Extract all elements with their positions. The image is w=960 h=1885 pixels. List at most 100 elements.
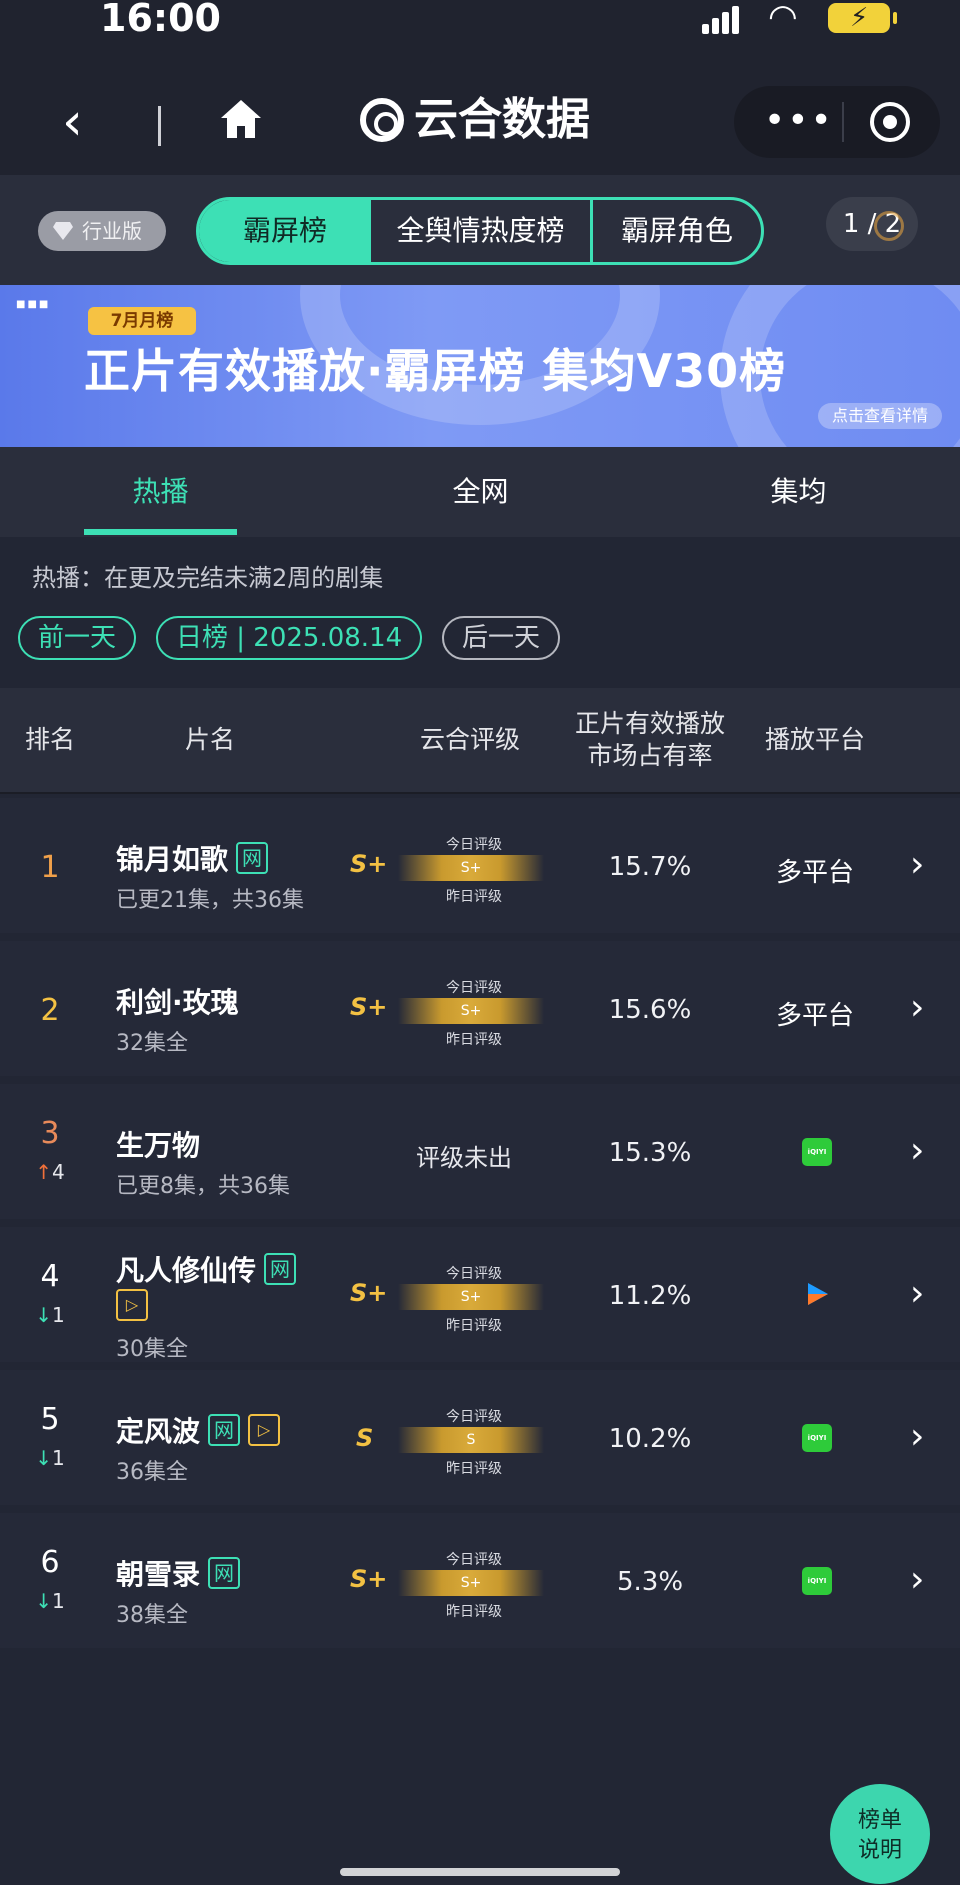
table-row[interactable]: 1 锦月如歌网已更21集，共36集 S+ 今日评级 S+ 昨日评级 15.7% 多平台 ›: [0, 798, 960, 933]
chevron-right-icon[interactable]: ›: [910, 1416, 924, 1457]
grade-badge: S+: [350, 1565, 388, 1593]
sub-tab-bar: 热播 全网 集均: [0, 447, 960, 537]
table-row[interactable]: 3 ↑4 生万物 已更8集，共36集 评级未出 15.3% iQIYI ›: [0, 1084, 960, 1219]
chevron-right-icon[interactable]: ›: [910, 1559, 924, 1600]
grade-badge: S+: [350, 993, 388, 1021]
header-grade: 云合评级: [419, 725, 520, 754]
tab-bapin-role[interactable]: 霸屏角色: [593, 200, 761, 262]
fab-label-line2: 说明: [857, 1838, 902, 1863]
web-series-tag: 网: [208, 1414, 241, 1446]
show-title: 朝雪录: [116, 1558, 201, 1591]
page-indicator[interactable]: 1 / 2: [826, 197, 918, 251]
iqiyi-icon: iQIYI: [802, 1424, 832, 1452]
prev-day-button[interactable]: 前一天: [18, 616, 137, 660]
target-icon[interactable]: [870, 102, 910, 142]
banner-title: 正片有效播放·霸屏榜 集均V30榜: [84, 344, 787, 398]
rank-change-value: 1: [52, 1589, 65, 1613]
episode-info: 36集全: [116, 1460, 188, 1485]
header-rank: 排名: [24, 725, 75, 754]
grade-bar: S+: [398, 1570, 544, 1596]
table-row[interactable]: 6 ↓1 朝雪录网 38集全 S+ 今日评级 S+ 昨日评级 5.3% iQIYI ›: [0, 1513, 960, 1648]
nav-bar: ‹ 云合数据 •••: [0, 50, 960, 175]
episode-info: 已更21集，共36集: [116, 888, 304, 913]
grade-bar-value: S+: [460, 1289, 482, 1305]
signal-icon: [702, 4, 742, 34]
grade-today-label: 今日评级: [446, 837, 502, 853]
tab-bapinbang[interactable]: 霸屏榜: [199, 200, 371, 262]
arrow-down-icon: ↓: [35, 1446, 53, 1470]
show-title: 凡人修仙传: [116, 1254, 257, 1287]
tab-all-network[interactable]: 全网: [404, 447, 557, 537]
episode-info: 已更8集，共36集: [116, 1174, 290, 1199]
grade-yesterday-label: 昨日评级: [446, 1604, 502, 1620]
tab-quanyuqing[interactable]: 全舆情热度榜: [371, 200, 593, 262]
table-row[interactable]: 4 ↓1 凡人修仙传网 ▷ 30集全 S+ 今日评级 S+ 昨日评级 11.2% ›: [0, 1227, 960, 1362]
show-title: 锦月如歌: [116, 843, 229, 876]
web-series-tag: 网: [208, 1557, 241, 1589]
grade-today-label: 今日评级: [446, 980, 502, 996]
arrow-down-icon: ↓: [35, 1589, 53, 1613]
youku-icon: [808, 1283, 828, 1305]
episode-info: 32集全: [116, 1031, 188, 1056]
show-title: 生万物: [116, 1129, 201, 1162]
rank-change-value: 4: [52, 1160, 65, 1184]
top-tab-bar: 行业版 霸屏榜 全舆情热度榜 霸屏角色 1 / 2: [0, 175, 960, 285]
tab-hot[interactable]: 热播: [84, 447, 237, 537]
diamond-icon: [53, 222, 73, 240]
web-series-tag: 网: [264, 1253, 297, 1285]
grade-yesterday-label: 昨日评级: [446, 889, 502, 905]
header-share-line1: 正片有效播放: [574, 709, 725, 738]
rank-number: 1: [40, 850, 60, 885]
rank-number: 3: [40, 1116, 60, 1151]
chevron-right-icon[interactable]: ›: [910, 1130, 924, 1171]
search-icon[interactable]: [874, 211, 904, 241]
market-share: 15.3%: [608, 1138, 692, 1168]
date-selector[interactable]: 日榜 | 2025.08.14: [156, 616, 423, 660]
market-share: 15.7%: [608, 852, 692, 882]
tab-episode-avg[interactable]: 集均: [722, 447, 875, 537]
promo-banner[interactable]: ■■■ 7月月榜 正片有效播放·霸屏榜 集均V30榜 点击查看详情: [0, 285, 960, 447]
table-row[interactable]: 2 利剑·玫瑰 32集全 S+ 今日评级 S+ 昨日评级 15.6% 多平台 ›: [0, 941, 960, 1076]
rank-change: ↓1: [20, 1446, 80, 1470]
show-title: 定风波: [116, 1415, 201, 1448]
battery-icon: ⚡: [828, 3, 897, 33]
status-time: 16:00: [100, 0, 221, 40]
banner-detail-link[interactable]: 点击查看详情: [817, 403, 942, 429]
grade-bar-value: S+: [460, 860, 482, 876]
banner-dots: ■■■: [16, 299, 51, 310]
iqiyi-icon: iQIYI: [802, 1567, 832, 1595]
grade-today-label: 今日评级: [446, 1552, 502, 1568]
ranking-explanation-button[interactable]: 榜单 说明: [830, 1784, 930, 1884]
wifi-icon: ◠: [768, 0, 798, 37]
more-icon[interactable]: •••: [764, 96, 834, 146]
market-share: 10.2%: [608, 1424, 692, 1454]
chevron-right-icon[interactable]: ›: [910, 844, 924, 885]
miniprogram-capsule: •••: [734, 86, 940, 158]
episode-info: 38集全: [116, 1603, 188, 1628]
video-platform-tag-icon: ▷: [116, 1289, 148, 1321]
header-platform: 播放平台: [764, 725, 865, 754]
rank-change: ↓1: [20, 1303, 80, 1327]
grade-bar: S+: [398, 855, 544, 881]
industry-badge-label: 行业版: [82, 219, 142, 243]
home-indicator: [340, 1868, 620, 1876]
grade-badge: S+: [350, 850, 388, 878]
rank-number: 2: [40, 993, 60, 1028]
grade-badge: S: [356, 1424, 374, 1452]
chevron-right-icon[interactable]: ›: [910, 987, 924, 1028]
web-series-tag: 网: [236, 842, 269, 874]
rank-number: 5: [40, 1402, 60, 1437]
platform-label: 多平台: [775, 1001, 854, 1031]
chevron-left-icon[interactable]: ‹: [62, 96, 83, 148]
next-day-button[interactable]: 后一天: [442, 616, 561, 660]
capsule-divider: [842, 102, 844, 142]
table-row[interactable]: 5 ↓1 定风波网 ▷ 36集全 S 今日评级 S 昨日评级 10.2% iQIYI ›: [0, 1370, 960, 1505]
chevron-right-icon[interactable]: ›: [910, 1273, 924, 1314]
grade-bar: S+: [398, 998, 544, 1024]
platform-label: 多平台: [775, 858, 854, 888]
industry-badge[interactable]: 行业版: [38, 211, 166, 251]
home-icon[interactable]: [218, 96, 264, 142]
fab-label-line1: 榜单: [857, 1808, 902, 1833]
grade-bar-value: S+: [460, 1003, 482, 1019]
market-share: 11.2%: [608, 1281, 692, 1311]
